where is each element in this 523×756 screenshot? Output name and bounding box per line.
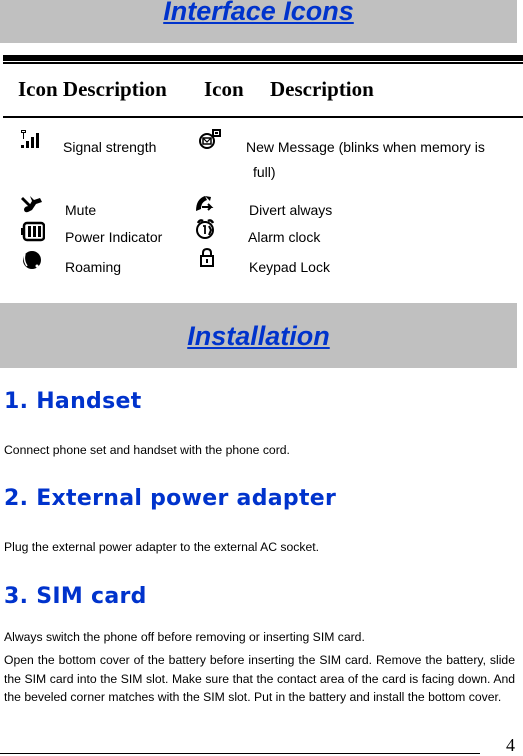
alarm-clock-icon [194,218,218,240]
table-top-rule-thick [3,55,523,61]
roaming-label: Roaming [65,259,122,275]
step-1-heading: 1. Handset [4,389,142,414]
footer-rule [0,753,480,754]
roaming-icon [21,249,45,271]
installation-banner: Installation [0,303,517,368]
header-icon-description: Icon Description [18,77,167,101]
step-1-text: Connect phone set and handset with the p… [4,443,290,457]
power-indicator-label: Power Indicator [65,229,163,245]
mute-label: Mute [65,202,97,218]
header-description: Description [270,77,374,101]
new-message-label-line1: New Message (blinks when memory is [246,139,485,155]
step-3-heading: 3. SIM card [4,584,147,609]
installation-title: Installation [187,321,330,351]
divert-icon [193,193,217,215]
step-3-paragraph: Open the bottom cover of the battery bef… [4,653,515,704]
keypad-lock-label: Keypad Lock [249,259,330,275]
signal-strength-label: Signal strength [63,139,157,155]
mute-icon [20,194,44,216]
table-top-rule-thin [3,62,523,64]
step-3-text: Always switch the phone off before remov… [4,630,365,644]
header-icon: Icon [204,77,244,101]
new-message-label-line2: full) [253,164,276,180]
new-message-icon [198,128,222,150]
step-2-heading: 2. External power adapter [4,486,337,511]
lock-icon [196,247,220,269]
page-number: 4 [506,735,515,755]
table-header-rule [3,116,523,118]
alarm-clock-label: Alarm clock [248,229,321,245]
signal-strength-icon [18,128,42,150]
battery-icon [21,221,45,243]
interface-icons-title: Interface Icons [163,0,354,26]
interface-icons-banner: Interface Icons [0,0,517,43]
divert-always-label: Divert always [249,202,333,218]
step-2-text: Plug the external power adapter to the e… [4,540,320,554]
